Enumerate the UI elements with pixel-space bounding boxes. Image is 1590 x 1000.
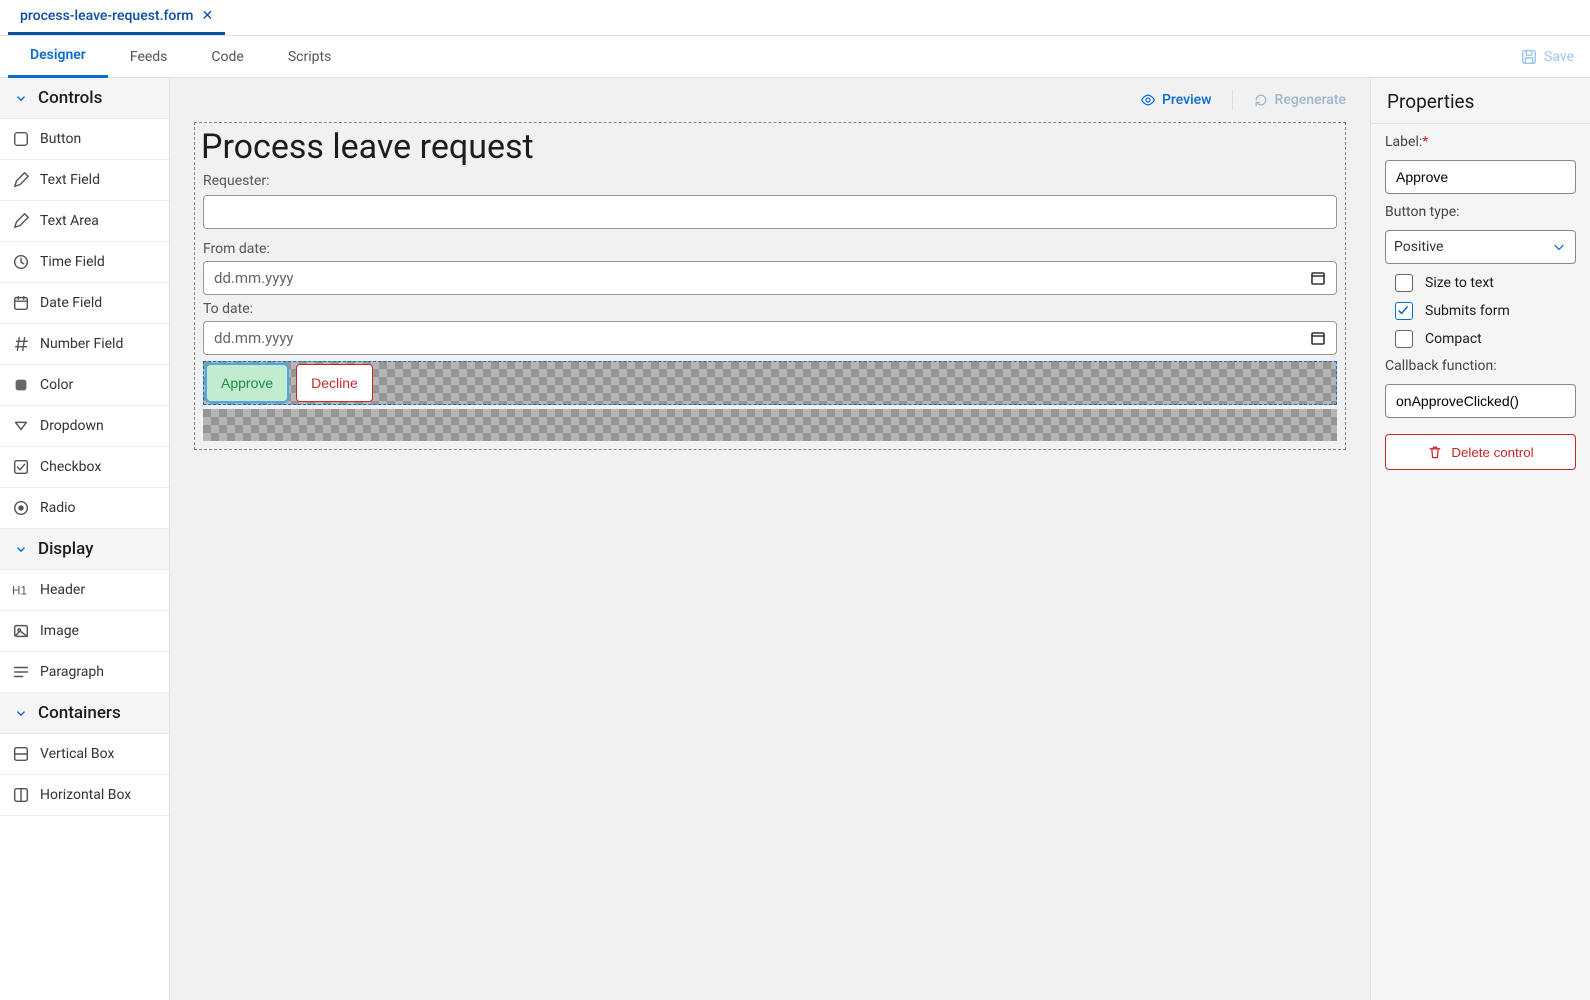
chevdown-icon xyxy=(12,417,30,435)
palette-item-horizontal-box[interactable]: Horizontal Box xyxy=(0,775,169,816)
trash-icon xyxy=(1427,444,1443,460)
palette-item-date-field[interactable]: Date Field xyxy=(0,283,169,324)
checkbox[interactable] xyxy=(1395,330,1413,348)
prop-callback-input[interactable] xyxy=(1385,384,1576,418)
prop-button-type-select[interactable]: Positive xyxy=(1385,230,1576,264)
image-icon xyxy=(12,622,30,640)
regenerate-button: Regenerate xyxy=(1253,92,1346,108)
check-icon xyxy=(1396,303,1412,319)
palette-panel: Controls Button Text Field Text Area Time F… xyxy=(0,78,170,1000)
calendar-icon[interactable] xyxy=(1310,270,1326,286)
properties-panel: Properties Label:* Button type: Positive… xyxy=(1370,78,1590,1000)
tab-code[interactable]: Code xyxy=(189,36,265,78)
close-icon[interactable]: ✕ xyxy=(202,8,214,24)
form-title[interactable]: Process leave request xyxy=(201,127,1339,167)
palette-item-label: Date Field xyxy=(40,295,102,311)
palette-item-text-field[interactable]: Text Field xyxy=(0,160,169,201)
swatch-icon xyxy=(12,376,30,394)
palette-item-label: Header xyxy=(40,582,85,598)
from-date-input[interactable]: dd.mm.yyyy xyxy=(203,261,1337,295)
chevron-down-icon xyxy=(14,542,28,556)
prop-label-input[interactable] xyxy=(1385,160,1576,194)
palette-group-display[interactable]: Display xyxy=(0,529,169,570)
palette-item-dropdown[interactable]: Dropdown xyxy=(0,406,169,447)
calendar-icon[interactable] xyxy=(1310,330,1326,346)
decline-button[interactable]: Decline xyxy=(296,364,373,402)
palette-item-label: Button xyxy=(40,131,81,147)
prop-compact[interactable]: Compact xyxy=(1385,330,1576,348)
button-row-container[interactable]: Approve Decline xyxy=(203,361,1337,405)
drop-zone[interactable] xyxy=(203,409,1337,441)
palette-item-label: Time Field xyxy=(40,254,105,270)
palette-item-paragraph[interactable]: Paragraph xyxy=(0,652,169,693)
palette-item-number-field[interactable]: Number Field xyxy=(0,324,169,365)
palette-item-button[interactable]: Button xyxy=(0,119,169,160)
radio-icon xyxy=(12,499,30,517)
palette-item-text-area[interactable]: Text Area xyxy=(0,201,169,242)
palette-item-label: Text Field xyxy=(40,172,100,188)
square-icon xyxy=(12,130,30,148)
pencil-icon xyxy=(12,171,30,189)
clock-icon xyxy=(12,253,30,271)
refresh-icon xyxy=(1253,92,1269,108)
hbox-icon xyxy=(12,786,30,804)
check-icon xyxy=(12,458,30,476)
palette-item-color[interactable]: Color xyxy=(0,365,169,406)
approve-button[interactable]: Approve xyxy=(206,364,288,402)
tab-designer[interactable]: Designer xyxy=(8,36,108,78)
checkbox[interactable] xyxy=(1395,274,1413,292)
prop-callback-label: Callback function: xyxy=(1385,358,1576,374)
h1-icon xyxy=(12,581,30,599)
required-asterisk: * xyxy=(1422,134,1428,150)
form-canvas[interactable]: Process leave request Requester: From da… xyxy=(194,122,1346,450)
hash-icon xyxy=(12,335,30,353)
file-tab[interactable]: process-leave-request.form ✕ xyxy=(8,0,225,35)
tab-feeds[interactable]: Feeds xyxy=(108,36,190,78)
para-icon xyxy=(12,663,30,681)
checkbox[interactable] xyxy=(1395,302,1413,320)
palette-item-label: Image xyxy=(40,623,79,639)
from-date-label[interactable]: From date: xyxy=(203,241,1339,257)
palette-group-controls[interactable]: Controls xyxy=(0,78,169,119)
pencil-icon xyxy=(12,212,30,230)
palette-item-label: Checkbox xyxy=(40,459,101,475)
prop-label-label: Label: xyxy=(1385,134,1422,150)
prop-button-type-label: Button type: xyxy=(1385,204,1576,220)
requester-input[interactable] xyxy=(203,195,1337,229)
palette-item-vertical-box[interactable]: Vertical Box xyxy=(0,734,169,775)
chevron-down-icon xyxy=(14,706,28,720)
file-tab-label: process-leave-request.form xyxy=(20,8,194,24)
palette-item-label: Dropdown xyxy=(40,418,104,434)
palette-item-label: Horizontal Box xyxy=(40,787,131,803)
delete-control-button[interactable]: Delete control xyxy=(1385,434,1576,470)
properties-title: Properties xyxy=(1371,78,1590,124)
tab-scripts[interactable]: Scripts xyxy=(266,36,353,78)
save-button: Save xyxy=(1520,48,1574,66)
palette-item-checkbox[interactable]: Checkbox xyxy=(0,447,169,488)
vbox-icon xyxy=(12,745,30,763)
palette-item-label: Radio xyxy=(40,500,76,516)
palette-item-image[interactable]: Image xyxy=(0,611,169,652)
chevron-down-icon xyxy=(1551,239,1567,255)
eye-icon xyxy=(1140,92,1156,108)
prop-size-to-text[interactable]: Size to text xyxy=(1385,274,1576,292)
calendar-icon xyxy=(12,294,30,312)
palette-item-label: Paragraph xyxy=(40,664,104,680)
palette-item-label: Number Field xyxy=(40,336,123,352)
palette-item-header[interactable]: Header xyxy=(0,570,169,611)
palette-item-time-field[interactable]: Time Field xyxy=(0,242,169,283)
save-icon xyxy=(1520,48,1538,66)
chevron-down-icon xyxy=(14,91,28,105)
palette-item-label: Vertical Box xyxy=(40,746,114,762)
palette-item-radio[interactable]: Radio xyxy=(0,488,169,529)
palette-item-label: Text Area xyxy=(40,213,99,229)
to-date-input[interactable]: dd.mm.yyyy xyxy=(203,321,1337,355)
requester-label[interactable]: Requester: xyxy=(203,173,1339,189)
to-date-label[interactable]: To date: xyxy=(203,301,1339,317)
palette-group-containers[interactable]: Containers xyxy=(0,693,169,734)
prop-submits-form[interactable]: Submits form xyxy=(1385,302,1576,320)
palette-item-label: Color xyxy=(40,377,73,393)
preview-button[interactable]: Preview xyxy=(1140,92,1212,108)
